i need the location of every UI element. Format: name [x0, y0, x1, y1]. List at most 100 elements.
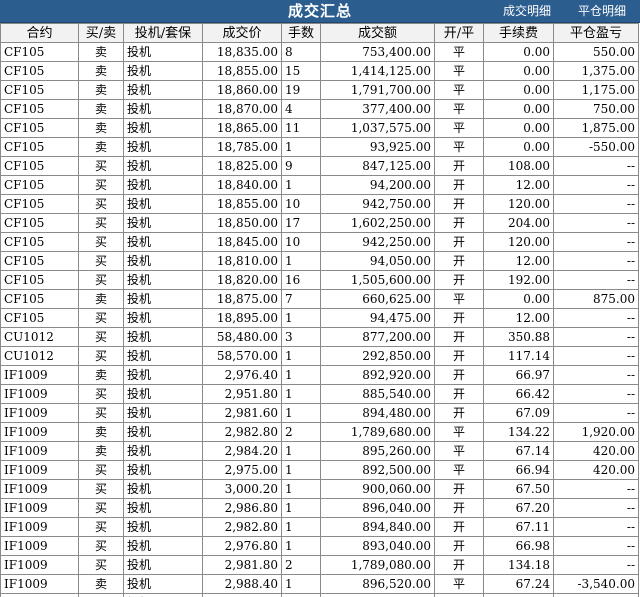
cell-lots: 11: [281, 118, 321, 138]
cell-price: 58,570.00: [202, 346, 282, 366]
trade-summary-panel: 成交汇总 成交明细 平仓明细 合约 买/卖 投机/套保 成交价 手数 成交额 开…: [0, 0, 640, 597]
cell-fee: 0.00: [483, 137, 554, 157]
cell-close-pnl: --: [553, 232, 639, 252]
cell-close-pnl: [553, 593, 639, 597]
table-row: CF105 买投机 18,825.00 9 847,125.00 开 108.00 --: [0, 156, 639, 176]
cell-buy-sell: 买: [78, 536, 124, 556]
table-row: CF105 买投机 18,810.00 1 94,050.00 开 12.00 --: [0, 251, 639, 271]
cell-lots: 1: [281, 536, 321, 556]
cell-close-pnl: --: [553, 365, 639, 385]
table-row: 卖投机: [0, 593, 639, 597]
cell-spec-hedge: 投机: [123, 403, 203, 423]
cell-lots: 1: [281, 498, 321, 518]
cell-amount: 1,791,700.00: [320, 80, 435, 100]
cell-open-close: 开: [434, 251, 484, 271]
cell-amount: 94,050.00: [320, 251, 435, 271]
cell-price: 2,984.20: [202, 441, 282, 461]
cell-fee: 66.98: [483, 536, 554, 556]
cell-price: 58,480.00: [202, 327, 282, 347]
cell-lots: 1: [281, 384, 321, 404]
cell-fee: 0.00: [483, 42, 554, 62]
cell-open-close: 平: [434, 42, 484, 62]
table-row: CF105 买投机 18,850.00 17 1,602,250.00 开 204.00 --: [0, 213, 639, 233]
cell-contract: CF105: [0, 308, 79, 328]
cell-fee: 204.00: [483, 213, 554, 233]
cell-spec-hedge: 投机: [123, 593, 203, 597]
cell-fee: 120.00: [483, 232, 554, 252]
cell-buy-sell: 买: [78, 517, 124, 537]
cell-buy-sell: 卖: [78, 61, 124, 81]
cell-fee: 120.00: [483, 194, 554, 214]
cell-open-close: 平: [434, 460, 484, 480]
cell-spec-hedge: 投机: [123, 42, 203, 62]
cell-amount: 885,540.00: [320, 384, 435, 404]
cell-close-pnl: 1,175.00: [553, 80, 639, 100]
cell-amount: 896,040.00: [320, 498, 435, 518]
cell-open-close: 平: [434, 289, 484, 309]
cell-spec-hedge: 投机: [123, 498, 203, 518]
cell-contract: CF105: [0, 175, 79, 195]
table-row: CF105 卖投机 18,870.00 4 377,400.00 平 0.00 750.00: [0, 99, 639, 119]
trade-details-link[interactable]: 成交明细: [503, 0, 551, 22]
cell-spec-hedge: 投机: [123, 346, 203, 366]
cell-buy-sell: 买: [78, 384, 124, 404]
table-row: IF1009 买投机 3,000.20 1 900,060.00 开 67.50 --: [0, 479, 639, 499]
cell-contract: IF1009: [0, 441, 79, 461]
cell-amount: 753,400.00: [320, 42, 435, 62]
cell-open-close: 开: [434, 175, 484, 195]
cell-amount: 660,625.00: [320, 289, 435, 309]
cell-price: 2,976.80: [202, 536, 282, 556]
cell-contract: CF105: [0, 194, 79, 214]
table-row: CU1012 买投机 58,480.00 3 877,200.00 开 350.88 --: [0, 327, 639, 347]
cell-open-close: 平: [434, 422, 484, 442]
cell-open-close: 平: [434, 441, 484, 461]
cell-fee: 108.00: [483, 156, 554, 176]
cell-amount: 892,500.00: [320, 460, 435, 480]
cell-price: 18,895.00: [202, 308, 282, 328]
cell-buy-sell: 卖: [78, 99, 124, 119]
cell-price: 2,982.80: [202, 517, 282, 537]
cell-amount: 877,200.00: [320, 327, 435, 347]
cell-buy-sell: 买: [78, 213, 124, 233]
cell-amount: 1,789,080.00: [320, 555, 435, 575]
cell-close-pnl: -550.00: [553, 137, 639, 157]
cell-contract: [0, 593, 79, 597]
cell-open-close: 开: [434, 536, 484, 556]
cell-amount: 1,037,575.00: [320, 118, 435, 138]
cell-open-close: 平: [434, 137, 484, 157]
cell-lots: 9: [281, 156, 321, 176]
cell-price: 2,982.80: [202, 422, 282, 442]
cell-contract: IF1009: [0, 574, 79, 594]
table-row: IF1009 卖投机 2,976.40 1 892,920.00 开 66.97 --: [0, 365, 639, 385]
cell-open-close: 平: [434, 99, 484, 119]
cell-open-close: 开: [434, 346, 484, 366]
cell-contract: IF1009: [0, 479, 79, 499]
cell-price: 18,785.00: [202, 137, 282, 157]
cell-open-close: 开: [434, 517, 484, 537]
cell-lots: 4: [281, 99, 321, 119]
cell-spec-hedge: 投机: [123, 80, 203, 100]
table-row: CF105 买投机 18,840.00 1 94,200.00 开 12.00 --: [0, 175, 639, 195]
cell-buy-sell: 卖: [78, 289, 124, 309]
cell-lots: 3: [281, 327, 321, 347]
cell-open-close: 开: [434, 156, 484, 176]
cell-contract: CF105: [0, 156, 79, 176]
cell-spec-hedge: 投机: [123, 213, 203, 233]
cell-lots: 1: [281, 251, 321, 271]
cell-buy-sell: 买: [78, 498, 124, 518]
cell-amount: 292,850.00: [320, 346, 435, 366]
cell-contract: CF105: [0, 289, 79, 309]
trade-summary-table: 合约 买/卖 投机/套保 成交价 手数 成交额 开/平 手续费 平仓盈亏 CF1…: [0, 23, 639, 597]
cell-open-close: 开: [434, 194, 484, 214]
cell-close-pnl: --: [553, 498, 639, 518]
table-row: CU1012 买投机 58,570.00 1 292,850.00 开 117.14 --: [0, 346, 639, 366]
cell-open-close: 平: [434, 574, 484, 594]
cell-buy-sell: 买: [78, 479, 124, 499]
cell-buy-sell: 买: [78, 346, 124, 366]
close-details-link[interactable]: 平仓明细: [578, 0, 626, 22]
cell-contract: IF1009: [0, 403, 79, 423]
title-bar: 成交汇总 成交明细 平仓明细: [0, 0, 640, 23]
col-header-amount: 成交额: [320, 23, 435, 43]
cell-close-pnl: --: [553, 403, 639, 423]
cell-buy-sell: 买: [78, 460, 124, 480]
